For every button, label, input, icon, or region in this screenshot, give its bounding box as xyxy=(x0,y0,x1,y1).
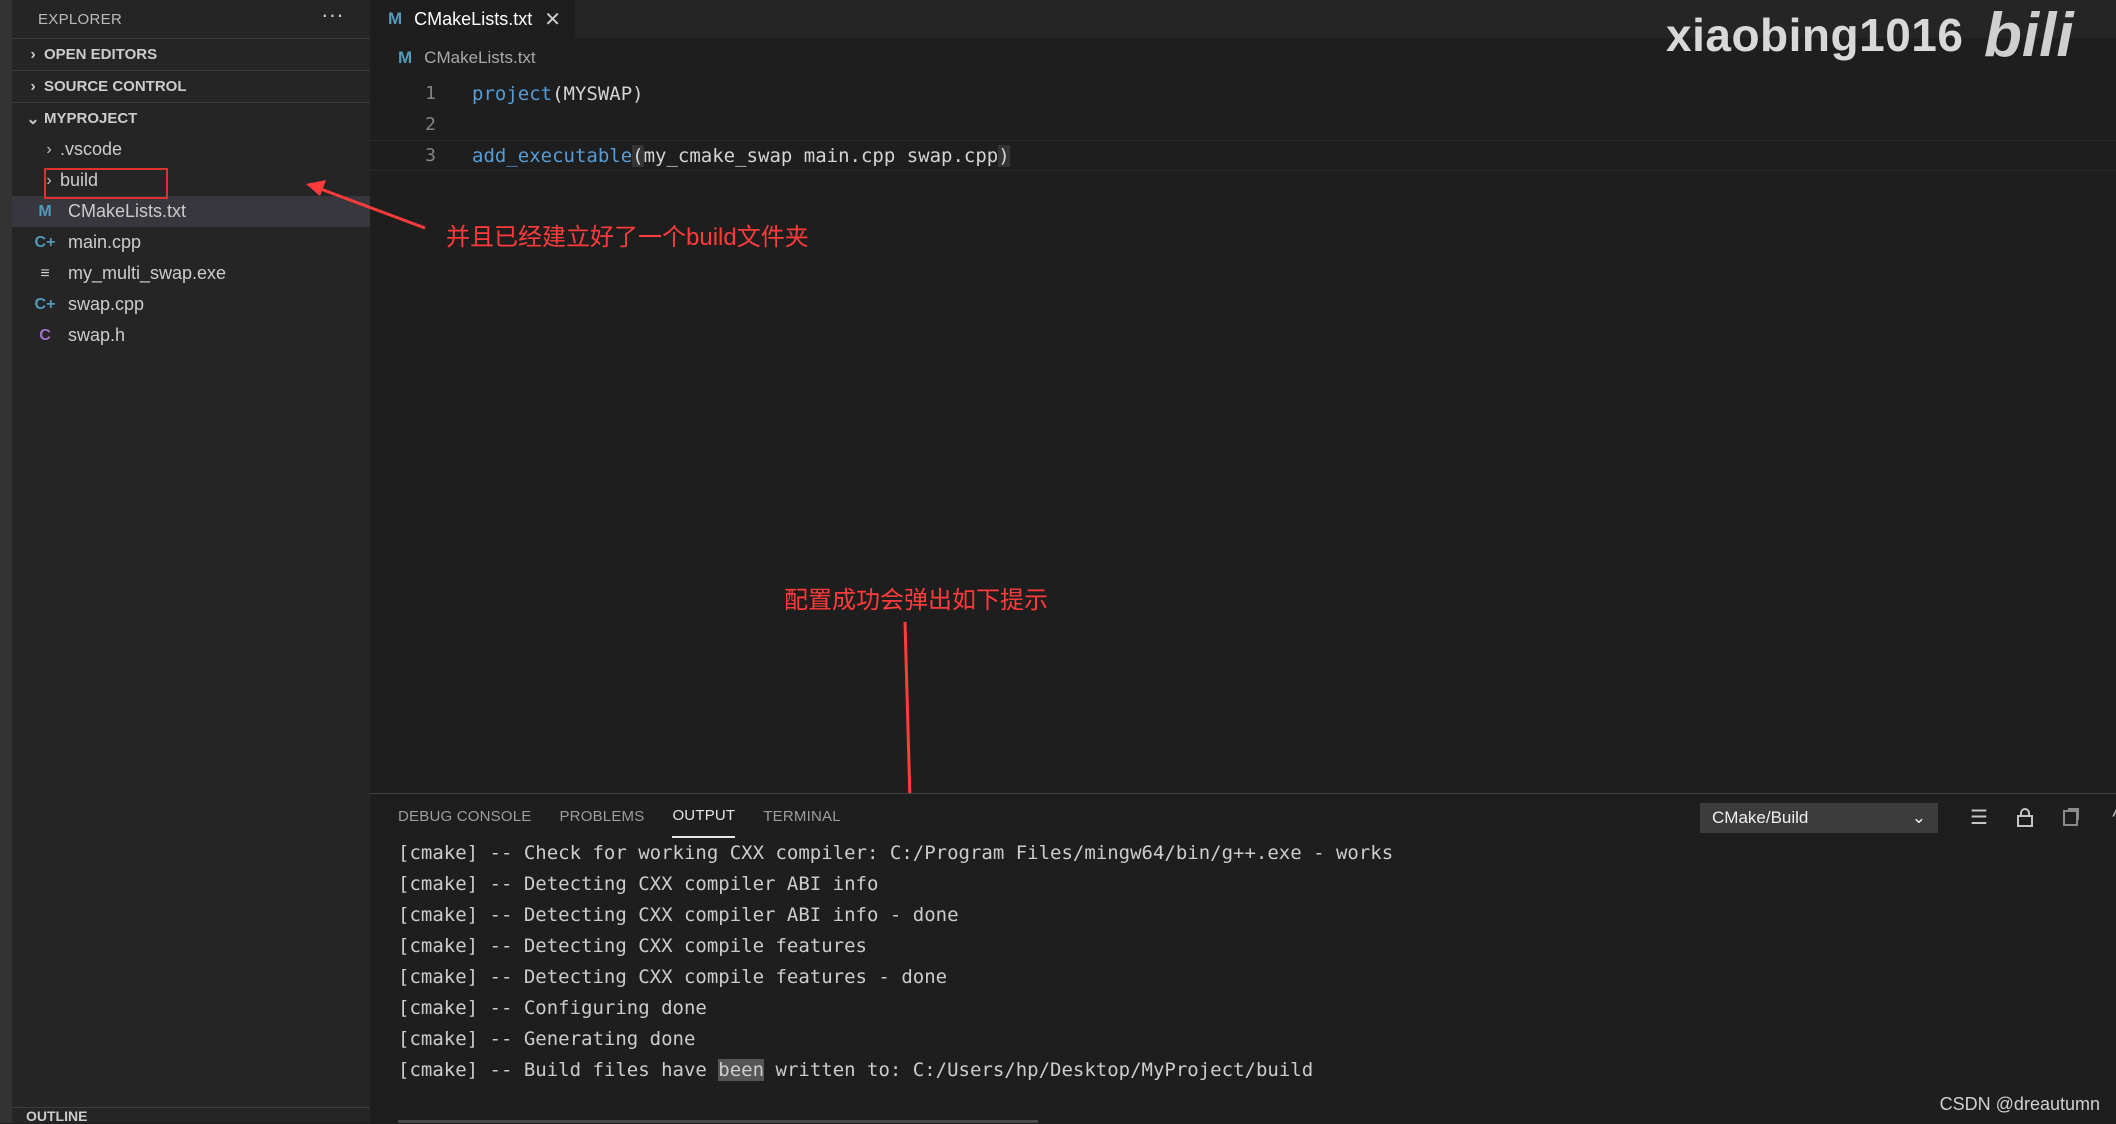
tab-output[interactable]: OUTPUT xyxy=(672,794,736,838)
output-line: [cmake] -- Detecting CXX compile feature… xyxy=(398,966,948,988)
clear-output-icon[interactable]: ☰ xyxy=(1956,802,2002,832)
csdn-credit: CSDN @dreautumn xyxy=(1939,1094,2100,1114)
output-line: [cmake] -- Detecting CXX compiler ABI in… xyxy=(398,904,959,926)
output-line: [cmake] -- Detecting CXX compiler ABI in… xyxy=(398,873,879,895)
bottom-panel: DEBUG CONSOLE PROBLEMS OUTPUT TERMINAL C… xyxy=(370,793,2116,1124)
text-selection: been xyxy=(718,1059,765,1081)
output-line-last: [cmake] -- Build files have been written… xyxy=(370,1055,2116,1086)
chevron-down-icon: ⌄ xyxy=(1911,808,1926,827)
arrow-to-output xyxy=(902,621,918,814)
chevron-up-icon[interactable]: ^ xyxy=(2094,802,2116,832)
tab-debug-console[interactable]: DEBUG CONSOLE xyxy=(398,794,531,838)
output-content: [cmake] -- Check for working CXX compile… xyxy=(370,838,2116,1086)
output-channel-select[interactable]: CMake/Build ⌄ xyxy=(1700,803,1938,833)
output-text: written to: C:/Users/hp/Desktop/MyProjec… xyxy=(764,1059,1314,1081)
output-line: [cmake] -- Detecting CXX compile feature… xyxy=(398,935,867,957)
output-line: [cmake] -- Generating done xyxy=(398,1028,696,1050)
tab-terminal[interactable]: TERMINAL xyxy=(763,794,840,838)
output-channel-value: CMake/Build xyxy=(1712,808,1809,827)
output-text: [cmake] -- Build files have xyxy=(398,1059,719,1081)
output-line: [cmake] -- Check for working CXX compile… xyxy=(398,842,1394,864)
open-log-icon[interactable] xyxy=(2048,802,2094,832)
panel-actions: ☰ ^ xyxy=(1956,802,2116,832)
output-line: [cmake] -- Configuring done xyxy=(398,997,707,1019)
arrow-to-build xyxy=(306,180,426,230)
tab-problems[interactable]: PROBLEMS xyxy=(559,794,644,838)
lock-icon[interactable] xyxy=(2002,802,2048,832)
